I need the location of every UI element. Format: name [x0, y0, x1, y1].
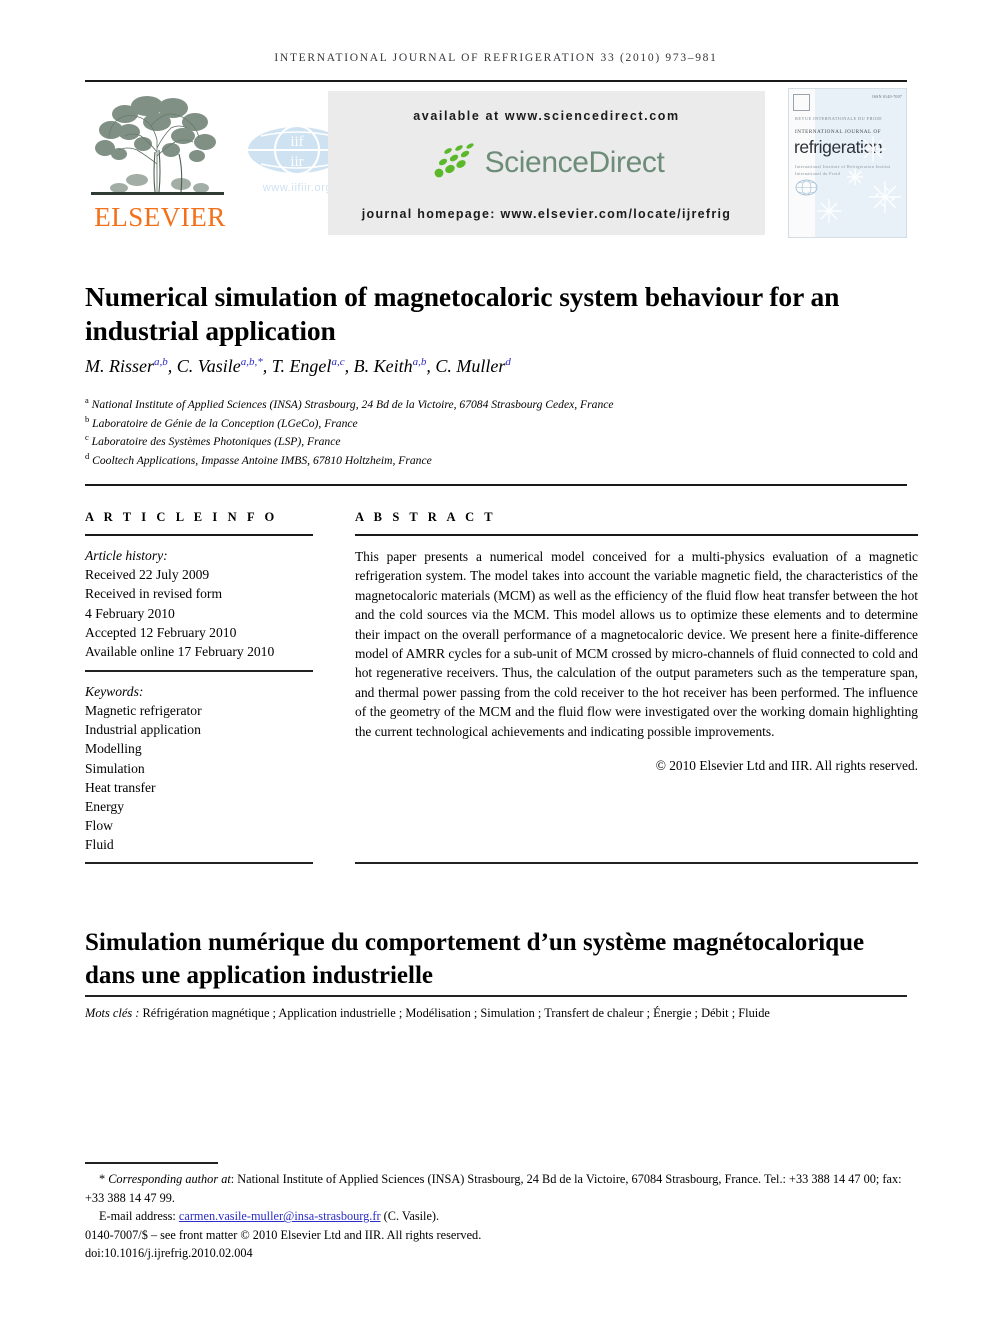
author-affiliation-mark: a,b,* — [240, 356, 263, 368]
keywords-label: Keywords: — [85, 683, 144, 699]
keyword-item: Modelling — [85, 741, 142, 757]
email-label: E-mail address: — [99, 1209, 176, 1224]
abstract-text: This paper presents a numerical model co… — [355, 549, 918, 739]
corresponding-author-note: * Corresponding author at: National Inst… — [85, 1170, 915, 1207]
keyword-item: Flow — [85, 818, 113, 834]
article-history-item: Received in revised form — [85, 586, 223, 602]
author-affiliation-mark: a,c — [331, 356, 345, 368]
corresponding-author-label: Corresponding author at — [108, 1172, 231, 1186]
article-info-column: A R T I C L E I N F O Article history: R… — [85, 510, 313, 855]
author-name: C. Vasile — [176, 356, 241, 376]
abstract-heading: A B S T R A C T — [355, 510, 497, 524]
affiliation-mark: b — [85, 413, 90, 424]
affiliation-item: d Cooltech Applications, Impasse Antoine… — [85, 450, 432, 467]
author-name: T. Engel — [271, 356, 332, 376]
author-affiliation-mark: a,b — [154, 356, 168, 368]
journal-cover-thumbnail: ISSN 0140-7007 REVUE INTERNATIONALE DU F… — [788, 88, 907, 238]
article-first-page: International Journal of Refrigeration 3… — [0, 0, 992, 1323]
article-history-block: Article history: Received 22 July 2009 Re… — [85, 536, 313, 661]
article-history-item: Received 22 July 2009 — [85, 567, 210, 583]
masthead: ELSEVIER iif iir www.iifiir.org availabl… — [85, 88, 907, 238]
author-name: C. Muller — [435, 356, 506, 376]
right-column-bottom-rule — [355, 862, 918, 864]
french-keywords: Mots clés : Réfrigération magnétique ; A… — [85, 1006, 915, 1021]
sciencedirect-banner: available at www.sciencedirect.com Scien… — [328, 91, 765, 235]
article-history-label: Article history: — [85, 548, 168, 563]
author-list: M. Rissera,b, C. Vasilea,b,*, T. Engela,… — [85, 356, 511, 376]
french-keywords-text: Réfrigération magnétique ; Application i… — [142, 1006, 770, 1020]
sciencedirect-wordmark: ScienceDirect — [484, 146, 665, 179]
email-link[interactable]: carmen.vasile-muller@insa-strasbourg.fr — [179, 1209, 381, 1223]
email-suffix: (C. Vasile). — [383, 1209, 440, 1224]
abstract-copyright: © 2010 Elsevier Ltd and IIR. All rights … — [655, 758, 918, 774]
keywords-lines: Magnetic refrigerator Industrial applicat… — [85, 701, 313, 855]
affiliation-mark: a — [85, 395, 89, 406]
abstract-column: A B S T R A C T This paper presents a nu… — [355, 510, 918, 774]
article-history-item: Available online 17 February 2010 — [85, 644, 275, 660]
affiliation-item: c Laboratoire des Systèmes Photoniques (… — [85, 432, 341, 448]
running-head: International Journal of Refrigeration 3… — [274, 52, 718, 64]
keyword-item: Fluid — [85, 837, 114, 853]
elsevier-tree-icon — [85, 92, 230, 204]
affiliation-mark: c — [85, 432, 89, 443]
article-history-lines: Received 22 July 2009 Received in revised… — [85, 565, 313, 661]
keyword-item: Simulation — [85, 760, 145, 776]
corresponding-author-star: * — [99, 1172, 106, 1186]
author-name: M. Risser — [85, 356, 154, 376]
keyword-item: Heat transfer — [85, 779, 156, 795]
elsevier-wordmark: ELSEVIER — [94, 202, 226, 232]
affiliation-item: a National Institute of Applied Sciences… — [85, 395, 614, 411]
email-note: E-mail address: carmen.vasile-muller@ins… — [85, 1207, 915, 1226]
article-history-item: Accepted 12 February 2010 — [85, 624, 237, 640]
affiliation-rule — [85, 484, 907, 486]
french-title: Simulation numérique du comportement d’u… — [85, 928, 865, 989]
keyword-item: Magnetic refrigerator — [85, 702, 202, 718]
front-matter-line: 0140-7007/$ – see front matter © 2010 El… — [85, 1227, 482, 1242]
author-name: B. Keith — [353, 356, 413, 376]
keywords-block: Keywords: Magnetic refrigerator Industria… — [85, 672, 313, 855]
page-title: Numerical simulation of magnetocaloric s… — [85, 281, 840, 347]
journal-homepage-text: journal homepage: www.elsevier.com/locat… — [361, 207, 732, 221]
svg-text:iif: iif — [290, 134, 303, 150]
header-rule — [85, 80, 907, 82]
article-info-heading: A R T I C L E I N F O — [85, 510, 278, 524]
sciencedirect-logo: ScienceDirect — [328, 143, 765, 185]
sciencedirect-swoosh-icon — [434, 143, 474, 178]
author-affiliation-mark: a,b — [412, 356, 427, 368]
svg-text:iir: iir — [290, 154, 303, 170]
affiliation-item: b Laboratoire de Génie de la Conception … — [85, 413, 358, 430]
keyword-item: Energy — [85, 798, 125, 814]
footnote-block: * Corresponding author at: National Inst… — [85, 1170, 915, 1263]
cover-snowflakes-icon — [817, 136, 901, 223]
affiliation-list: a National Institute of Applied Sciences… — [85, 396, 905, 470]
article-history-item: 4 February 2010 — [85, 605, 175, 621]
available-at-text: available at www.sciencedirect.com — [413, 109, 680, 123]
french-rule — [85, 995, 907, 997]
french-keywords-label: Mots clés : — [85, 1006, 140, 1020]
affiliation-mark: d — [85, 450, 90, 461]
left-column-bottom-rule — [85, 862, 313, 864]
footnote-rule — [85, 1162, 218, 1164]
doi-line: doi:10.1016/j.ijrefrig.2010.02.004 — [85, 1246, 253, 1261]
elsevier-logo-block: ELSEVIER — [85, 92, 235, 231]
author-affiliation-mark: d — [505, 356, 511, 368]
keyword-item: Industrial application — [85, 722, 201, 738]
